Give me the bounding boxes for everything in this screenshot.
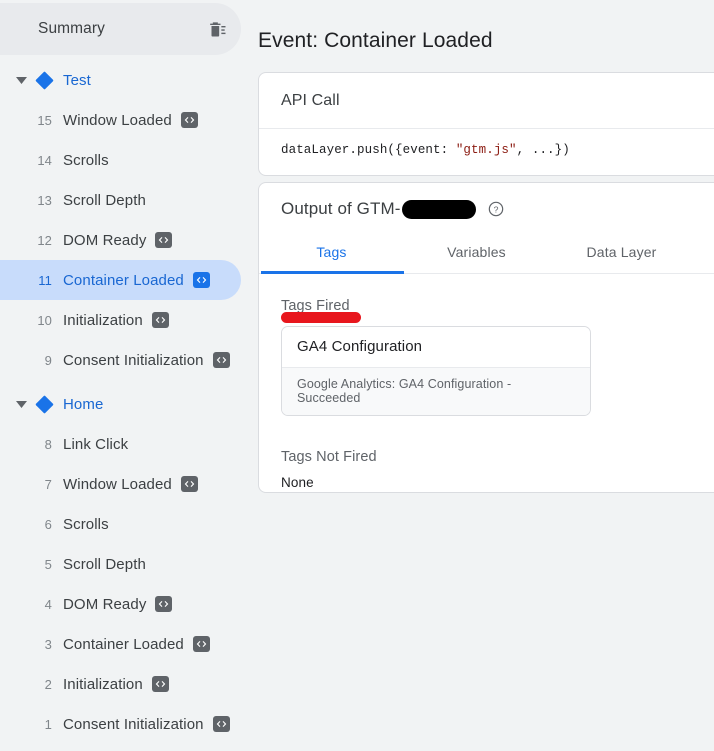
summary-row[interactable]: Summary: [0, 3, 241, 55]
sidebar-event-2[interactable]: 2 Initialization: [0, 664, 241, 704]
diamond-icon: [35, 394, 54, 414]
output-card-header: Output of GTM- ?: [259, 183, 714, 235]
event-number: 11: [38, 272, 52, 288]
event-number: 12: [37, 232, 52, 248]
chevron-down-icon[interactable]: [12, 71, 30, 89]
event-number: 14: [37, 152, 52, 168]
event-name: Consent Initialization: [63, 351, 204, 369]
help-circle-icon[interactable]: ?: [476, 201, 504, 217]
sidebar-event-13[interactable]: 13 Scroll Depth: [0, 180, 241, 220]
sidebar-group-label: Test: [63, 71, 91, 89]
tab-tags[interactable]: Tags: [259, 235, 404, 273]
code-badge-icon: [151, 312, 169, 328]
output-card: Output of GTM- ? Tags Variables Data Lay…: [258, 182, 714, 493]
api-call-code: dataLayer.push({event: "gtm.js", ...}): [259, 129, 714, 157]
event-number: 9: [44, 352, 52, 368]
page-title: Event: Container Loaded: [258, 29, 493, 52]
code-string: "gtm.js": [455, 143, 517, 157]
sidebar-event-4[interactable]: 4 DOM Ready: [0, 584, 241, 624]
code-badge-icon: [155, 232, 173, 248]
summary-label: Summary: [38, 20, 106, 37]
sidebar-group-label: Home: [63, 395, 104, 413]
code-badge-icon: [180, 476, 198, 492]
event-number: 10: [37, 312, 52, 328]
tag-fired-item[interactable]: GA4 Configuration Google Analytics: GA4 …: [281, 326, 591, 416]
redacted-container-id: [401, 199, 476, 219]
event-number: 6: [44, 516, 52, 532]
tags-tab-panel: Tags Fired GA4 Configuration Google Anal…: [259, 274, 714, 490]
tag-name: GA4 Configuration: [282, 327, 590, 367]
event-name: Initialization: [63, 675, 143, 693]
tags-not-fired-label: Tags Not Fired: [281, 449, 377, 465]
event-name: DOM Ready: [63, 595, 147, 613]
sidebar-event-14[interactable]: 14 Scrolls: [0, 140, 241, 180]
sidebar-event-5[interactable]: 5 Scroll Depth: [0, 544, 241, 584]
code-prefix: dataLayer.push({event:: [281, 143, 456, 157]
tab-data-layer[interactable]: Data Layer: [549, 235, 694, 273]
event-number: 1: [44, 716, 52, 732]
event-number: 7: [44, 476, 52, 492]
trash-icon[interactable]: [207, 19, 227, 39]
code-badge-icon: [155, 596, 173, 612]
event-number: 3: [44, 636, 52, 652]
sidebar-event-9[interactable]: 9 Consent Initialization: [0, 340, 241, 380]
event-name: Initialization: [63, 311, 143, 329]
api-call-card-header: API Call: [259, 73, 714, 129]
sidebar-event-8[interactable]: 8 Link Click: [0, 424, 241, 464]
output-title: Output of GTM-: [281, 199, 401, 218]
code-suffix: , ...}): [516, 143, 570, 157]
event-name: Container Loaded: [63, 635, 184, 653]
event-name: Container Loaded: [63, 271, 184, 289]
event-number: 2: [44, 676, 52, 692]
event-name: Scroll Depth: [63, 191, 146, 209]
sidebar-group-test[interactable]: Test: [0, 60, 241, 100]
sidebar-event-3[interactable]: 3 Container Loaded: [0, 624, 241, 664]
sidebar-event-10[interactable]: 10 Initialization: [0, 300, 241, 340]
event-name: Scrolls: [63, 515, 109, 533]
sidebar-event-11-selected[interactable]: 11 Container Loaded: [0, 260, 241, 300]
sidebar-event-6[interactable]: 6 Scrolls: [0, 504, 241, 544]
code-badge-icon: [212, 716, 230, 732]
sidebar-group-home[interactable]: Home: [0, 384, 241, 424]
tags-fired-label: Tags Fired: [281, 298, 361, 323]
event-name: Window Loaded: [63, 475, 172, 493]
code-badge-icon: [212, 352, 230, 368]
tab-variables[interactable]: Variables: [404, 235, 549, 273]
event-number: 13: [37, 192, 52, 208]
event-name: Scroll Depth: [63, 555, 146, 573]
event-number: 5: [44, 556, 52, 572]
sidebar-event-12[interactable]: 12 DOM Ready: [0, 220, 241, 260]
gtm-preview-window: Summary Test 15 Window Loaded 14 Scrolls…: [0, 0, 714, 751]
event-name: Link Click: [63, 435, 129, 453]
event-name: Scrolls: [63, 151, 109, 169]
event-sidebar: Summary Test 15 Window Loaded 14 Scrolls…: [0, 0, 241, 751]
event-number: 8: [44, 436, 52, 452]
code-badge-icon: [151, 676, 169, 692]
api-call-title: API Call: [281, 91, 340, 109]
output-tabs: Tags Variables Data Layer: [259, 235, 714, 274]
event-name: Consent Initialization: [63, 715, 204, 733]
code-badge-icon: [192, 636, 210, 652]
red-annotation-highlight: [281, 312, 361, 323]
tag-status: Google Analytics: GA4 Configuration - Su…: [282, 367, 590, 415]
event-number: 15: [37, 112, 52, 128]
chevron-down-icon[interactable]: [12, 395, 30, 413]
sidebar-event-7[interactable]: 7 Window Loaded: [0, 464, 241, 504]
code-badge-icon: [180, 112, 198, 128]
event-name: DOM Ready: [63, 231, 147, 249]
svg-text:?: ?: [493, 204, 498, 214]
event-number: 4: [44, 596, 52, 612]
tags-not-fired-value: None: [281, 475, 314, 490]
sidebar-event-15[interactable]: 15 Window Loaded: [0, 100, 241, 140]
event-detail-panel: Event: Container Loaded API Call dataLay…: [241, 0, 714, 751]
api-call-card: API Call dataLayer.push({event: "gtm.js"…: [258, 72, 714, 176]
diamond-icon: [35, 70, 54, 90]
sidebar-event-1[interactable]: 1 Consent Initialization: [0, 704, 241, 744]
code-badge-icon: [192, 272, 210, 288]
event-name: Window Loaded: [63, 111, 172, 129]
